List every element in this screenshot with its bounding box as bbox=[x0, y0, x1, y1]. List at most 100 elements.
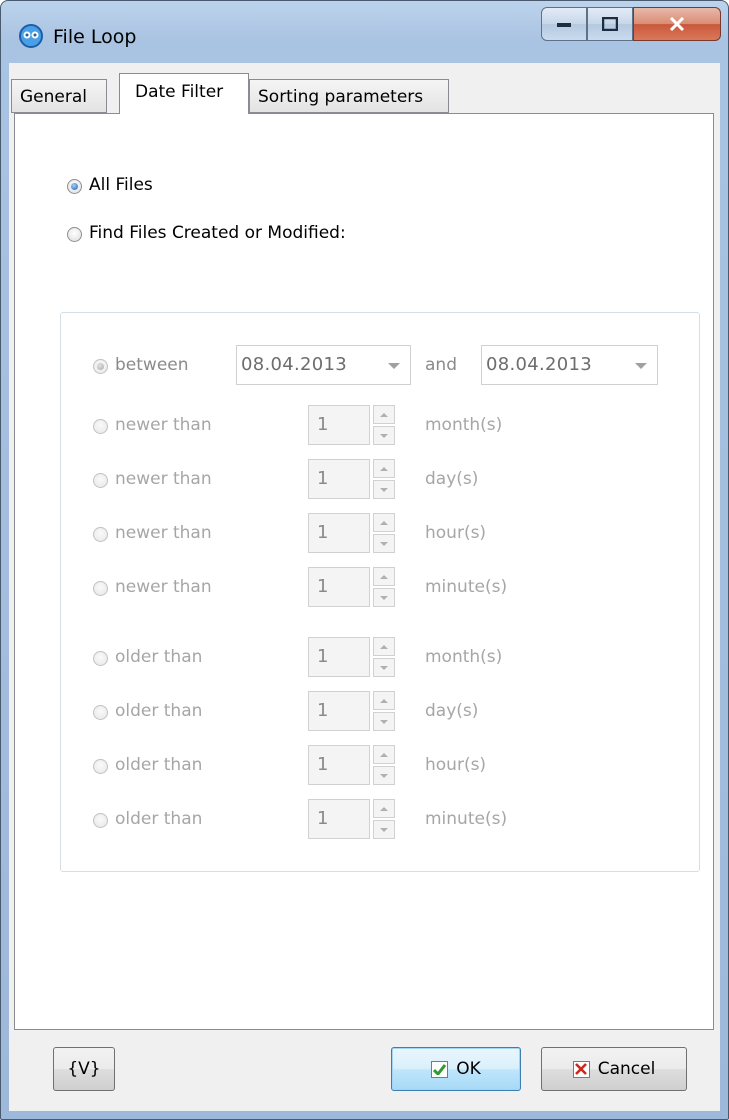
close-button[interactable] bbox=[633, 7, 721, 41]
spin-down-button[interactable] bbox=[373, 658, 395, 677]
variables-button[interactable]: {V} bbox=[53, 1047, 115, 1091]
spinner-value[interactable]: 1 bbox=[308, 567, 370, 607]
tab-general[interactable]: General bbox=[11, 79, 107, 113]
spin-down-button[interactable] bbox=[373, 766, 395, 785]
ok-button[interactable]: OK bbox=[391, 1047, 521, 1091]
spinner-value[interactable]: 1 bbox=[308, 799, 370, 839]
arrow-up-icon bbox=[380, 412, 388, 417]
older-days-spinner[interactable]: 1 bbox=[308, 691, 406, 731]
close-icon bbox=[669, 17, 685, 31]
from-date-combo[interactable]: 08.04.2013 bbox=[236, 345, 411, 385]
cancel-button[interactable]: Cancel bbox=[541, 1047, 687, 1091]
checkmark-icon bbox=[431, 1060, 449, 1078]
older-months-spinner[interactable]: 1 bbox=[308, 637, 406, 677]
newer-minutes-spinner[interactable]: 1 bbox=[308, 567, 406, 607]
unit-label: minute(s) bbox=[425, 809, 508, 829]
chevron-down-icon bbox=[388, 363, 400, 369]
newer-days-radio[interactable] bbox=[93, 473, 108, 488]
newer-minutes-radio[interactable] bbox=[93, 581, 108, 596]
unit-label: minute(s) bbox=[425, 577, 508, 597]
tab-sorting-parameters[interactable]: Sorting parameters bbox=[249, 79, 449, 113]
spin-up-button[interactable] bbox=[373, 513, 395, 532]
minimize-icon bbox=[557, 23, 571, 27]
row-label: newer than bbox=[115, 523, 212, 543]
spin-up-button[interactable] bbox=[373, 745, 395, 764]
spinner-value[interactable]: 1 bbox=[308, 513, 370, 553]
window-title: File Loop bbox=[53, 26, 137, 48]
older-minutes-spinner[interactable]: 1 bbox=[308, 799, 406, 839]
find-files-radio[interactable] bbox=[67, 227, 82, 242]
row-label: older than bbox=[115, 701, 203, 721]
unit-label: day(s) bbox=[425, 469, 479, 489]
newer-hours-radio[interactable] bbox=[93, 527, 108, 542]
arrow-up-icon bbox=[380, 574, 388, 579]
title-bar[interactable]: File Loop bbox=[1, 1, 728, 63]
arrow-down-icon bbox=[380, 719, 388, 724]
spinner-value[interactable]: 1 bbox=[308, 745, 370, 785]
newer-months-spinner[interactable]: 1 bbox=[308, 405, 406, 445]
unit-label: day(s) bbox=[425, 701, 479, 721]
to-date-value: 08.04.2013 bbox=[486, 354, 593, 375]
row-label: older than bbox=[115, 647, 203, 667]
arrow-up-icon bbox=[380, 466, 388, 471]
tab-strip: General Date Filter Sorting parameters bbox=[9, 73, 720, 114]
older-hours-spinner[interactable]: 1 bbox=[308, 745, 406, 785]
all-files-radio[interactable] bbox=[67, 179, 82, 194]
older-minutes-radio[interactable] bbox=[93, 813, 108, 828]
spin-down-button[interactable] bbox=[373, 480, 395, 499]
arrow-down-icon bbox=[380, 541, 388, 546]
app-loop-icon bbox=[19, 24, 43, 48]
arrow-down-icon bbox=[380, 487, 388, 492]
spin-down-button[interactable] bbox=[373, 534, 395, 553]
row-label: newer than bbox=[115, 577, 212, 597]
row-label: newer than bbox=[115, 469, 212, 489]
older-hours-radio[interactable] bbox=[93, 759, 108, 774]
ok-button-label: OK bbox=[456, 1059, 481, 1079]
arrow-up-icon bbox=[380, 752, 388, 757]
tab-date-filter[interactable]: Date Filter bbox=[119, 73, 249, 114]
and-label: and bbox=[425, 355, 457, 375]
newer-hours-spinner[interactable]: 1 bbox=[308, 513, 406, 553]
spin-down-button[interactable] bbox=[373, 426, 395, 445]
older-days-radio[interactable] bbox=[93, 705, 108, 720]
date-filter-panel: All Files Find Files Created or Modified… bbox=[14, 113, 714, 1030]
spinner-value[interactable]: 1 bbox=[308, 405, 370, 445]
older-months-radio[interactable] bbox=[93, 651, 108, 666]
arrow-down-icon bbox=[380, 595, 388, 600]
spinner-value[interactable]: 1 bbox=[308, 459, 370, 499]
maximize-icon bbox=[602, 17, 618, 31]
spinner-value[interactable]: 1 bbox=[308, 691, 370, 731]
spin-down-button[interactable] bbox=[373, 820, 395, 839]
unit-label: month(s) bbox=[425, 647, 503, 667]
maximize-button[interactable] bbox=[587, 7, 633, 41]
file-loop-window: File Loop General Date Filter Sorting pa… bbox=[0, 0, 729, 1120]
date-criteria-group: between 08.04.2013 and 08.04.2013 newer … bbox=[60, 312, 700, 872]
row-label: older than bbox=[115, 809, 203, 829]
spin-up-button[interactable] bbox=[373, 567, 395, 586]
minimize-button[interactable] bbox=[541, 7, 587, 41]
spin-down-button[interactable] bbox=[373, 588, 395, 607]
spinner-value[interactable]: 1 bbox=[308, 637, 370, 677]
between-label: between bbox=[115, 355, 189, 375]
cancel-x-icon bbox=[572, 1060, 590, 1078]
newer-months-radio[interactable] bbox=[93, 419, 108, 434]
arrow-up-icon bbox=[380, 520, 388, 525]
newer-days-spinner[interactable]: 1 bbox=[308, 459, 406, 499]
unit-label: hour(s) bbox=[425, 755, 487, 775]
spin-up-button[interactable] bbox=[373, 799, 395, 818]
arrow-down-icon bbox=[380, 773, 388, 778]
between-radio[interactable] bbox=[93, 359, 108, 374]
chevron-down-icon bbox=[635, 363, 647, 369]
find-files-label: Find Files Created or Modified: bbox=[89, 223, 346, 243]
spin-up-button[interactable] bbox=[373, 691, 395, 710]
caption-buttons bbox=[541, 7, 721, 43]
spin-down-button[interactable] bbox=[373, 712, 395, 731]
spin-up-button[interactable] bbox=[373, 405, 395, 424]
arrow-down-icon bbox=[380, 433, 388, 438]
unit-label: hour(s) bbox=[425, 523, 487, 543]
spin-up-button[interactable] bbox=[373, 459, 395, 478]
row-label: newer than bbox=[115, 415, 212, 435]
spin-up-button[interactable] bbox=[373, 637, 395, 656]
to-date-combo[interactable]: 08.04.2013 bbox=[481, 345, 658, 385]
arrow-down-icon bbox=[380, 665, 388, 670]
